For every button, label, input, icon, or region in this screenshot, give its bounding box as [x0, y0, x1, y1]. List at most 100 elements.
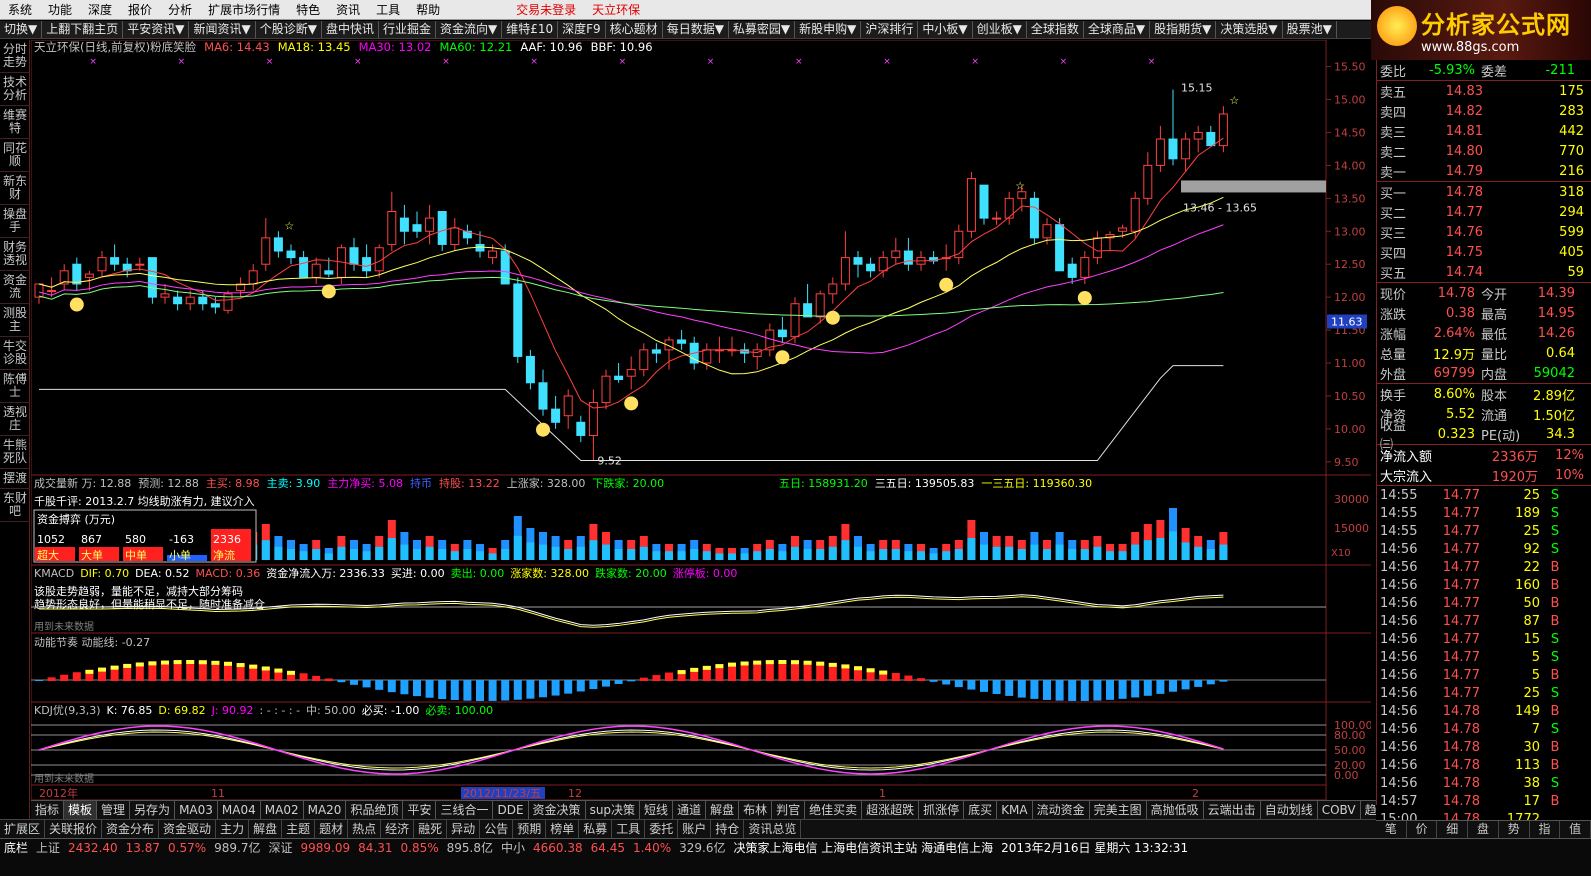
toolbar-button[interactable]: 上翻下翻主页 — [42, 21, 124, 38]
left-tab[interactable]: 东财吧 — [0, 489, 30, 522]
quote-tab[interactable]: 指 — [1530, 821, 1561, 838]
indicator-tab[interactable]: 底买 — [964, 801, 998, 819]
indicator-tab[interactable]: 云端出击 — [1204, 801, 1261, 819]
toolbar-button[interactable]: 个股诊断▼ — [256, 21, 322, 38]
function-tab[interactable]: 资金驱动 — [159, 820, 217, 838]
toolbar-button[interactable]: 每日数据▼ — [663, 21, 729, 38]
function-tab[interactable]: 异动 — [447, 820, 481, 838]
menu-item[interactable]: 工具 — [368, 0, 408, 20]
indicator-tab[interactable]: COBV — [1318, 801, 1361, 819]
indicator-tab[interactable]: 平安 — [403, 801, 437, 819]
indicator-tab[interactable]: 超涨超跌 — [862, 801, 920, 819]
function-tab[interactable]: 扩展区 — [0, 820, 46, 838]
sell-row[interactable]: 卖二 14.80 770 — [1377, 141, 1591, 161]
quote-tab[interactable]: 盘 — [1468, 821, 1499, 838]
buy-row[interactable]: 买三 14.76 599 — [1377, 222, 1591, 242]
toolbar-button[interactable]: 盘中快讯 — [322, 21, 379, 38]
indicator-tab[interactable]: 绝佳买卖 — [805, 801, 863, 819]
function-tab[interactable]: 公告 — [480, 820, 514, 838]
left-tab[interactable]: 透视庄 — [0, 403, 30, 436]
menu-item[interactable]: 分析 — [160, 0, 200, 20]
toolbar-button[interactable]: 沪深排行 — [861, 21, 919, 38]
indicator-tab[interactable]: 短线 — [640, 801, 674, 819]
left-tab[interactable]: 分时走势 — [0, 40, 30, 73]
function-tab[interactable]: 解盘 — [249, 820, 283, 838]
function-tab[interactable]: 账户 — [678, 820, 712, 838]
indicator-tab[interactable]: sup决策 — [586, 801, 641, 819]
menu-item[interactable]: 深度 — [80, 0, 120, 20]
toolbar-button[interactable]: 中小板▼ — [918, 21, 973, 38]
sell-row[interactable]: 卖四 14.82 283 — [1377, 101, 1591, 121]
function-tab[interactable]: 工具 — [612, 820, 646, 838]
indicator-tab[interactable]: 判官 — [772, 801, 806, 819]
indicator-tab[interactable]: 抓涨停 — [919, 801, 965, 819]
function-tab[interactable]: 资讯总览 — [744, 820, 802, 838]
quote-tab[interactable]: 价 — [1407, 821, 1438, 838]
indicator-tab[interactable]: 三线合一 — [436, 801, 494, 819]
toolbar-button[interactable]: 新股申购▼ — [795, 21, 862, 38]
sell-row[interactable]: 卖三 14.81 442 — [1377, 121, 1591, 141]
function-tab[interactable]: 资金分布 — [102, 820, 160, 838]
left-tab[interactable]: 牛熊死队 — [0, 436, 30, 469]
sell-row[interactable]: 卖五 14.83 175 — [1377, 81, 1591, 101]
left-tab[interactable]: 资金流 — [0, 271, 30, 304]
toolbar-button[interactable]: 行业掘金 — [379, 21, 436, 38]
menu-item[interactable]: 扩展市场行情 — [200, 0, 288, 20]
function-tab[interactable]: 主题 — [282, 820, 316, 838]
sell-row[interactable]: 卖一 14.79 216 — [1377, 161, 1591, 181]
indicator-tab[interactable]: MA04 — [218, 801, 261, 819]
toolbar-button[interactable]: 股指期货▼ — [1150, 21, 1217, 38]
menu-item[interactable]: 资讯 — [328, 0, 368, 20]
function-tab[interactable]: 融死 — [414, 820, 448, 838]
left-tab[interactable]: 牛交诊股 — [0, 337, 30, 370]
toolbar-button[interactable]: 平安资讯▼ — [123, 21, 190, 38]
indicator-tab[interactable]: DDE — [493, 801, 529, 819]
left-tab[interactable]: 技术分析 — [0, 73, 30, 106]
toolbar-button[interactable]: 决策选股▼ — [1216, 21, 1283, 38]
menu-item[interactable]: 系统 — [0, 0, 40, 20]
menu-item[interactable]: 特色 — [288, 0, 328, 20]
indicator-tab[interactable]: MA03 — [175, 801, 218, 819]
quote-tab[interactable]: 细 — [1437, 821, 1469, 838]
buy-row[interactable]: 买一 14.78 318 — [1377, 182, 1591, 202]
toolbar-button[interactable]: 全球商品▼ — [1084, 21, 1151, 38]
toolbar-button[interactable]: 资金流向▼ — [436, 21, 503, 38]
indicator-tab[interactable]: 完美主图 — [1090, 801, 1147, 819]
buy-row[interactable]: 买五 14.74 59 — [1377, 262, 1591, 282]
indicator-tab[interactable]: 高抛低吸 — [1147, 801, 1204, 819]
left-tab[interactable]: 摆渡 — [0, 469, 30, 489]
function-tab[interactable]: 经济 — [381, 820, 415, 838]
toolbar-button[interactable]: 私募密园▼ — [729, 21, 796, 38]
menu-item[interactable]: 报价 — [120, 0, 160, 20]
toolbar-button[interactable]: 新闻资讯▼ — [189, 21, 256, 38]
indicator-tab[interactable]: 自动划线 — [1261, 801, 1318, 819]
indicator-tab[interactable]: 趋势离合 — [1361, 801, 1376, 819]
indicator-tab[interactable]: KMA — [997, 801, 1033, 819]
function-tab[interactable]: 持仓 — [711, 820, 745, 838]
function-tab[interactable]: 预期 — [513, 820, 547, 838]
menu-item[interactable]: 帮助 — [408, 0, 448, 20]
toolbar-button[interactable]: 深度F9 — [558, 21, 606, 38]
indicator-tab[interactable]: MA02 — [261, 801, 304, 819]
function-tab[interactable]: 主力 — [216, 820, 250, 838]
left-tab[interactable]: 维赛特 — [0, 106, 30, 139]
toolbar-button[interactable]: 全球指数 — [1027, 21, 1084, 38]
indicator-tab[interactable]: 通道 — [673, 801, 707, 819]
indicator-tab[interactable]: 积品绝顶 — [346, 801, 404, 819]
left-tab[interactable]: 同花顺 — [0, 139, 30, 172]
toolbar-button[interactable]: 维特£10 — [502, 21, 559, 38]
indicator-tab[interactable]: 流动资金 — [1033, 801, 1090, 819]
left-tab[interactable]: 测股主 — [0, 304, 30, 337]
toolbar-button[interactable]: 股票池▼ — [1283, 21, 1337, 38]
function-tab[interactable]: 热点 — [348, 820, 382, 838]
indicator-tab[interactable]: 模板 — [64, 801, 98, 819]
quote-tab[interactable]: 笔 — [1376, 821, 1407, 838]
left-tab[interactable]: 操盘手 — [0, 205, 30, 238]
toolbar-button[interactable]: 核心题材 — [606, 21, 663, 38]
login-status[interactable]: 交易未登录 — [508, 0, 584, 20]
quote-tab[interactable]: 值 — [1560, 821, 1591, 838]
function-tab[interactable]: 题材 — [315, 820, 349, 838]
buy-row[interactable]: 买四 14.75 405 — [1377, 242, 1591, 262]
indicator-tab[interactable]: MA20 — [304, 801, 347, 819]
indicator-tab[interactable]: 解盘 — [706, 801, 740, 819]
